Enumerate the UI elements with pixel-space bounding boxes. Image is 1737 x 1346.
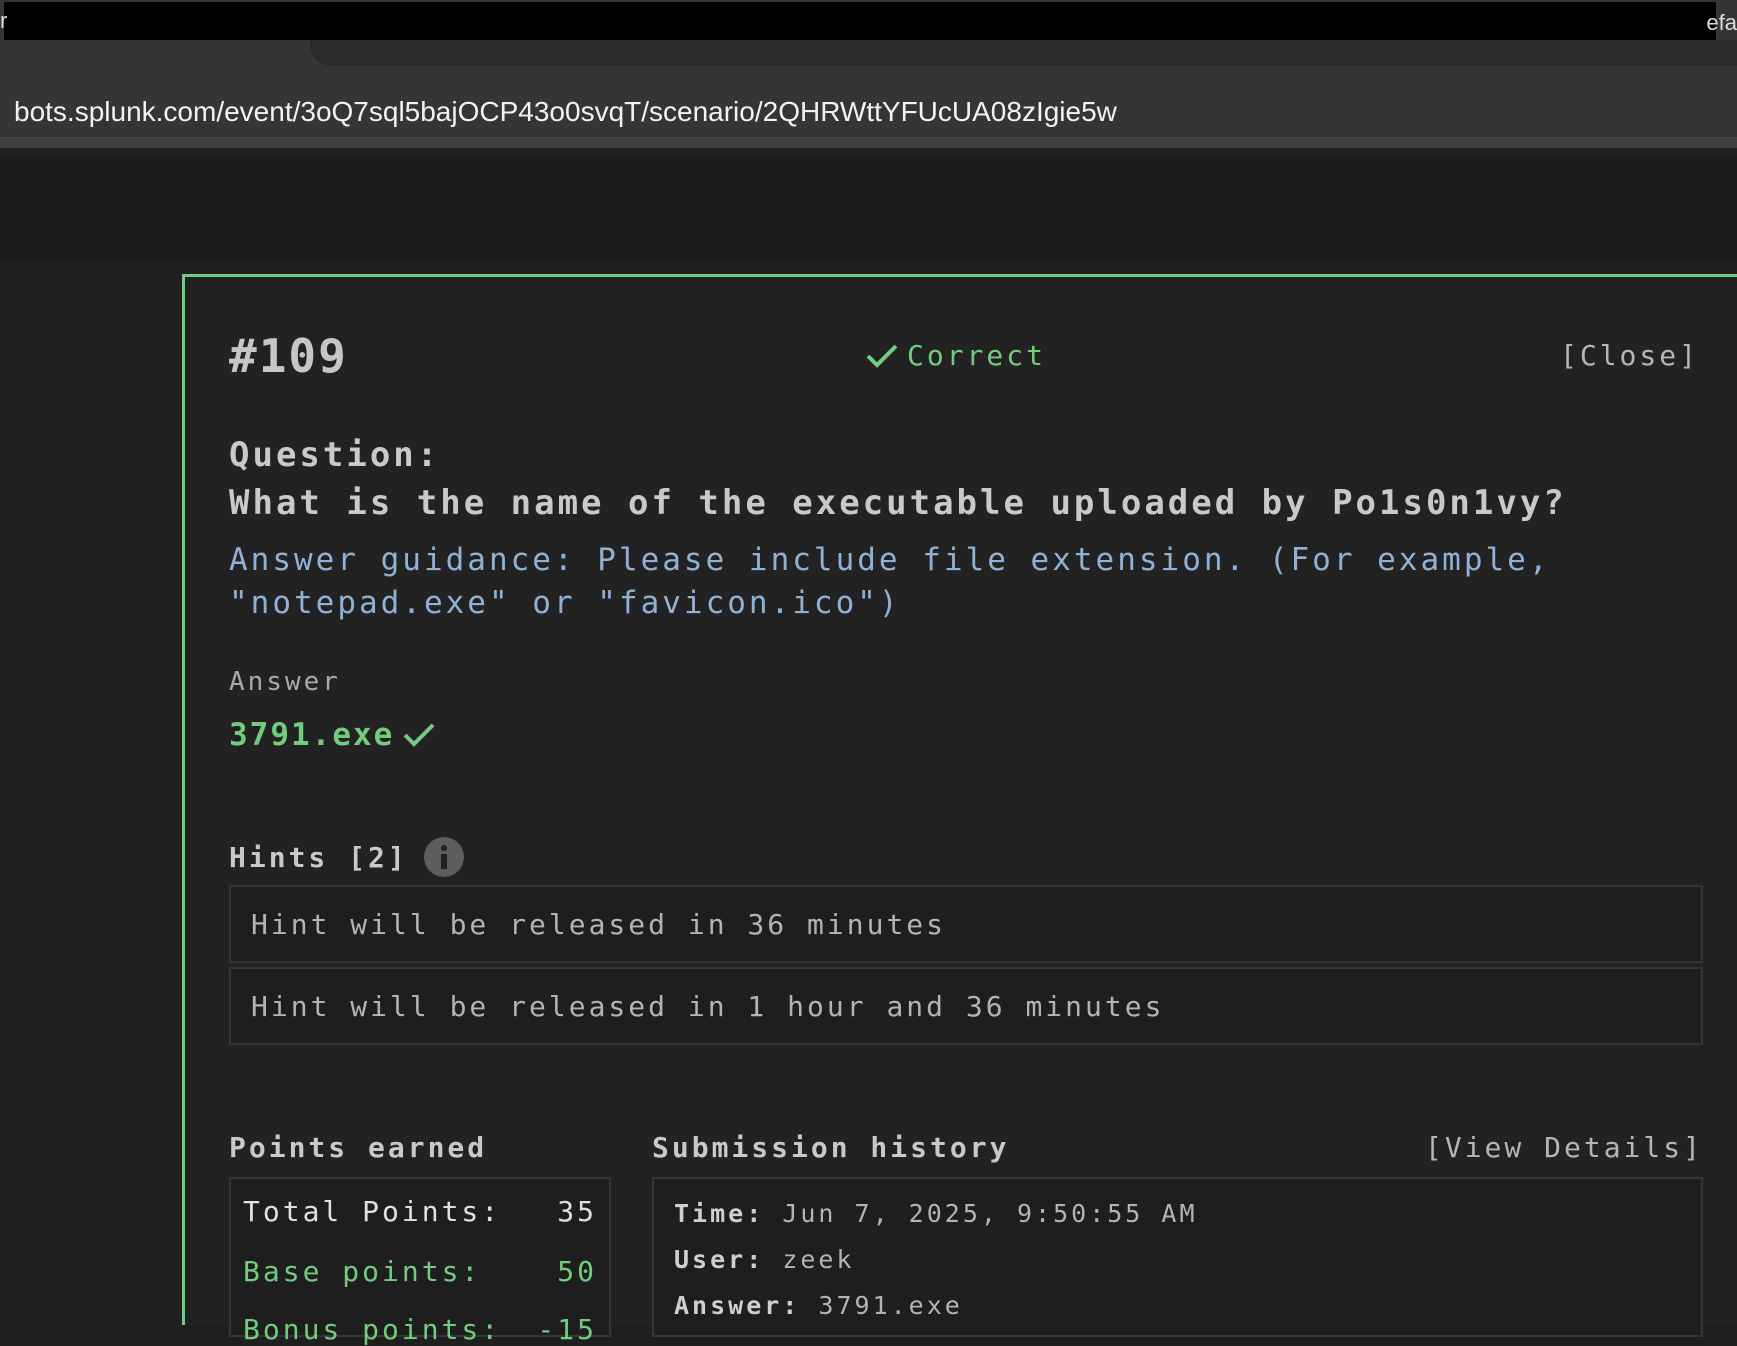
total-points-label: Total Points: [243,1195,502,1228]
close-button[interactable]: [Close] [1560,339,1699,372]
history-answer-row: Answer: 3791.exe [674,1291,963,1320]
points-earned-label: Points earned [229,1131,488,1164]
status-text: Correct [907,339,1047,372]
answer-label: Answer [229,667,341,697]
hints-header: Hints [2] [229,837,464,877]
answer-guidance: Answer guidance: Please include file ext… [229,542,1551,621]
address-bar[interactable]: bots.splunk.com/event/3oQ7sql5bajOCP43o0… [0,80,1737,148]
answer-value: 3791.exe [229,717,436,753]
question-text: What is the name of the executable uploa… [229,483,1567,523]
hint-item: Hint will be released in 1 hour and 36 m… [229,967,1703,1045]
info-icon[interactable] [423,837,464,877]
url-text[interactable]: bots.splunk.com/event/3oQ7sql5bajOCP43o0… [14,96,1117,128]
total-points-row: Total Points: 35 [243,1195,597,1228]
tab-strip[interactable] [310,40,1737,66]
history-time-value: Jun 7, 2025, 9:50:55 AM [782,1199,1198,1228]
history-user-value: zeek [782,1245,855,1274]
bonus-points-value: -15 [537,1313,597,1346]
answer-text: 3791.exe [229,717,395,753]
points-box: Total Points: 35 Base points: 50 Bonus p… [229,1177,611,1346]
hints-label: Hints [2] [229,840,408,874]
status-badge: Correct [865,339,1046,372]
checkmark-icon [403,723,435,747]
question-panel: #109 Correct [Close] Question: What is t… [182,274,1737,1346]
history-time-label: Time: [674,1199,765,1228]
question-number: #109 [229,329,348,383]
base-points-value: 50 [557,1255,597,1288]
redacted-tab-area [4,2,1716,40]
history-answer-value: 3791.exe [818,1291,963,1320]
tab-edge-text-left: r [0,8,8,33]
bonus-points-row: Bonus points: -15 [243,1313,597,1346]
site-header [0,158,1737,262]
history-user-row: User: zeek [674,1245,855,1274]
history-time-row: Time: Jun 7, 2025, 9:50:55 AM [674,1199,1198,1228]
total-points-value: 35 [557,1195,597,1228]
history-answer-label: Answer: [674,1291,801,1320]
base-points-label: Base points: [243,1255,482,1288]
toolbar-divider [0,137,1737,148]
history-user-label: User: [674,1245,765,1274]
bonus-points-label: Bonus points: [243,1313,502,1346]
base-points-row: Base points: 50 [243,1255,597,1288]
hint-item: Hint will be released in 36 minutes [229,885,1703,963]
submission-history-label: Submission history [652,1131,1010,1164]
submission-history-box: Time: Jun 7, 2025, 9:50:55 AM User: zeek… [652,1177,1703,1337]
view-details-button[interactable]: [View Details] [1425,1131,1703,1164]
checkmark-icon [866,344,898,368]
tab-edge-text-right: efa [1706,10,1737,35]
question-label: Question: [229,435,441,475]
browser-tab-bar: r efa [0,0,1737,80]
